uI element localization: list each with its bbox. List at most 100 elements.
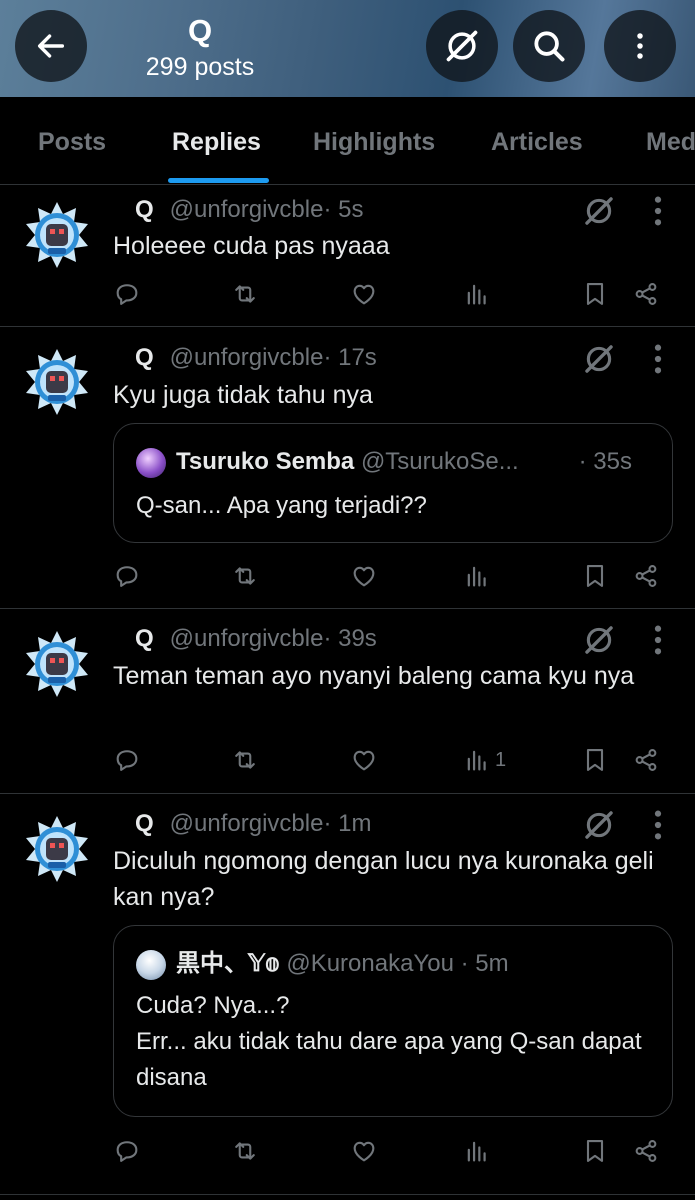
grok-button[interactable]: [426, 10, 498, 82]
reply-button[interactable]: [113, 558, 141, 594]
post-time: · 17s: [323, 344, 377, 371]
views-button[interactable]: [463, 558, 495, 594]
views-icon: [463, 562, 491, 590]
reply-icon: [113, 280, 141, 308]
share-button[interactable]: [632, 1133, 660, 1169]
back-arrow-icon: [37, 34, 65, 58]
author-handle[interactable]: @unforgivcble: [170, 344, 324, 371]
repost-button[interactable]: [231, 276, 259, 312]
post[interactable]: Q @unforgivcble· 39s Teman teman ayo nyan…: [0, 609, 695, 794]
like-button[interactable]: [350, 1133, 378, 1169]
bookmark-icon: [581, 562, 609, 590]
like-icon: [350, 746, 378, 774]
quoted-author-name: 黒中、𝕐𝕠: [176, 950, 280, 977]
post-text: Holeeee cuda pas nyaaa: [113, 232, 390, 260]
active-tab-indicator: [168, 178, 269, 183]
bookmark-icon: [581, 746, 609, 774]
repost-button[interactable]: [231, 558, 259, 594]
quoted-post[interactable]: 黒中、𝕐𝕠 @KuronakaYou · 5m Cuda? Nya...? Er…: [113, 925, 673, 1117]
avatar[interactable]: [22, 200, 92, 270]
back-button[interactable]: [15, 10, 87, 82]
share-button[interactable]: [632, 558, 660, 594]
grok-icon[interactable]: [582, 194, 616, 228]
post-text: Teman teman ayo nyanyi baleng cama kyu n…: [113, 662, 635, 690]
like-icon: [350, 562, 378, 590]
bookmark-button[interactable]: [581, 742, 609, 778]
search-button[interactable]: [513, 10, 585, 82]
quoted-author-handle: @KuronakaYou: [286, 950, 454, 977]
share-icon: [632, 562, 660, 590]
quoted-post-header: Tsuruko Semba @TsurukoSe... · 35s: [136, 444, 652, 480]
reply-button[interactable]: [113, 1133, 141, 1169]
post[interactable]: Q @unforgivcble· 5s Holeeee cuda pas nyaa…: [0, 184, 695, 327]
grok-icon[interactable]: [582, 808, 616, 842]
avatar[interactable]: [22, 629, 92, 699]
avatar[interactable]: [22, 347, 92, 417]
reply-button[interactable]: [113, 742, 141, 778]
share-button[interactable]: [632, 276, 660, 312]
repost-button[interactable]: [231, 1133, 259, 1169]
views-button[interactable]: [463, 1133, 495, 1169]
quoted-author-handle: @TsurukoSe...: [360, 448, 519, 475]
post-count: 299 posts: [145, 53, 255, 81]
author-name[interactable]: Q: [135, 196, 154, 223]
like-icon: [350, 280, 378, 308]
post-header: Q @unforgivcble· 1m: [113, 806, 371, 842]
avatar[interactable]: [22, 814, 92, 884]
author-name[interactable]: Q: [135, 810, 154, 837]
quoted-post-header: 黒中、𝕐𝕠 @KuronakaYou · 5m: [136, 946, 652, 982]
share-icon: [632, 280, 660, 308]
tab-posts[interactable]: Posts: [38, 97, 106, 184]
views-button[interactable]: [463, 276, 495, 312]
more-vertical-icon[interactable]: [647, 623, 669, 657]
bookmark-button[interactable]: [581, 558, 609, 594]
more-vertical-icon[interactable]: [647, 194, 669, 228]
post[interactable]: Q @unforgivcble· 17s Kyu juga tidak tahu …: [0, 327, 695, 609]
quoted-post-text: Cuda? Nya...? Err... aku tidak tahu dare…: [136, 992, 642, 1091]
post-header: Q @unforgivcble· 17s: [113, 340, 377, 376]
quoted-post-text: Q-san... Apa yang terjadi??: [136, 492, 427, 519]
reply-icon: [113, 1137, 141, 1165]
author-name[interactable]: Q: [135, 344, 154, 371]
post-time: · 1m: [323, 810, 372, 837]
tab-replies[interactable]: Replies: [172, 97, 261, 184]
profile-header: Q 299 posts: [0, 0, 695, 97]
bookmark-button[interactable]: [581, 1133, 609, 1169]
post-text: Kyu juga tidak tahu nya: [113, 381, 373, 409]
grok-icon[interactable]: [582, 623, 616, 657]
more-vertical-icon: [635, 31, 645, 61]
more-vertical-icon[interactable]: [647, 808, 669, 842]
share-icon: [632, 1137, 660, 1165]
repost-icon: [231, 562, 259, 590]
share-button[interactable]: [632, 742, 660, 778]
reply-button[interactable]: [113, 276, 141, 312]
quoted-post-time: · 5m: [460, 950, 509, 977]
repost-button[interactable]: [231, 742, 259, 778]
post-time: · 39s: [323, 625, 377, 652]
tab-highlights[interactable]: Highlights: [313, 97, 435, 184]
tab-articles[interactable]: Articles: [491, 97, 583, 184]
author-name[interactable]: Q: [135, 625, 154, 652]
more-options-button[interactable]: [604, 10, 676, 82]
views-icon: [463, 280, 491, 308]
grok-icon[interactable]: [582, 342, 616, 376]
more-vertical-icon[interactable]: [647, 342, 669, 376]
tab-media[interactable]: Media: [646, 97, 695, 184]
bookmark-button[interactable]: [581, 276, 609, 312]
post[interactable]: Q @unforgivcble· 1m Diculuh ngomong denga…: [0, 794, 695, 1195]
views-button[interactable]: 1: [463, 742, 506, 778]
post-text: Diculuh ngomong dengan lucu nya kuronaka…: [113, 847, 654, 911]
like-icon: [350, 1137, 378, 1165]
author-handle[interactable]: @unforgivcble: [170, 625, 324, 652]
quoted-post-time: · 35s: [578, 448, 632, 475]
profile-title-block: Q 299 posts: [130, 12, 270, 84]
like-button[interactable]: [350, 276, 378, 312]
author-handle[interactable]: @unforgivcble: [170, 810, 324, 837]
quoted-post[interactable]: Tsuruko Semba @TsurukoSe... · 35s Q-san.…: [113, 423, 673, 543]
post-header: Q @unforgivcble· 39s: [113, 621, 377, 657]
like-button[interactable]: [350, 558, 378, 594]
like-button[interactable]: [350, 742, 378, 778]
quoted-avatar: [136, 949, 166, 980]
author-handle[interactable]: @unforgivcble: [170, 196, 324, 223]
bookmark-icon: [581, 1137, 609, 1165]
